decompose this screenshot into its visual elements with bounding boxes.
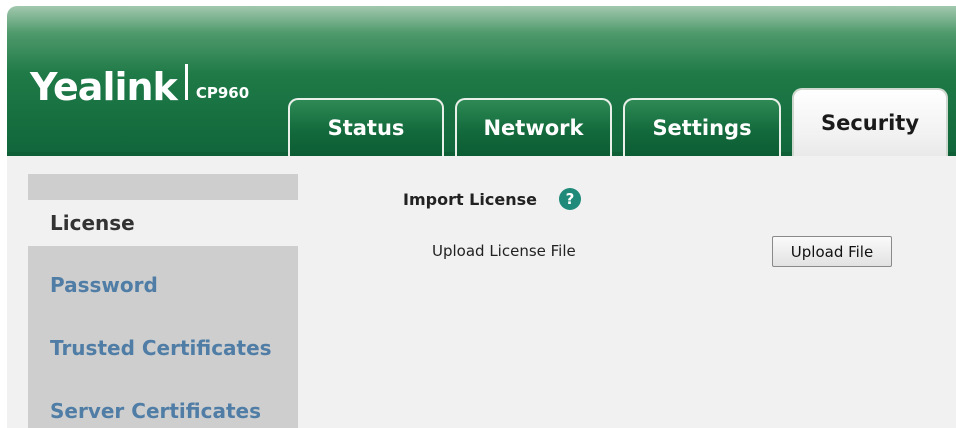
sidebar-item-license[interactable]: License [28, 200, 312, 246]
logo-divider [184, 64, 188, 100]
tab-network[interactable]: Network [455, 98, 612, 156]
brand-logo: Yealink CP960 [30, 58, 249, 106]
section-title-text: Import License [403, 189, 537, 209]
model-name: CP960 [195, 84, 250, 102]
help-icon[interactable]: ? [558, 188, 581, 210]
upload-file-button[interactable]: Upload File [772, 236, 892, 267]
tab-security[interactable]: Security [792, 88, 948, 156]
brand-name: Yealink [30, 65, 178, 109]
upload-license-file-label: Upload License File [432, 242, 576, 260]
sidebar-item-password[interactable]: Password [28, 262, 298, 308]
section-title-import-license: Import License ? [403, 188, 581, 210]
sidebar-item-trusted-certificates[interactable]: Trusted Certificates [28, 325, 298, 371]
tab-status[interactable]: Status [288, 98, 444, 156]
tab-settings[interactable]: Settings [623, 98, 781, 156]
sidebar-item-server-certificates[interactable]: Server Certificates [28, 388, 298, 428]
